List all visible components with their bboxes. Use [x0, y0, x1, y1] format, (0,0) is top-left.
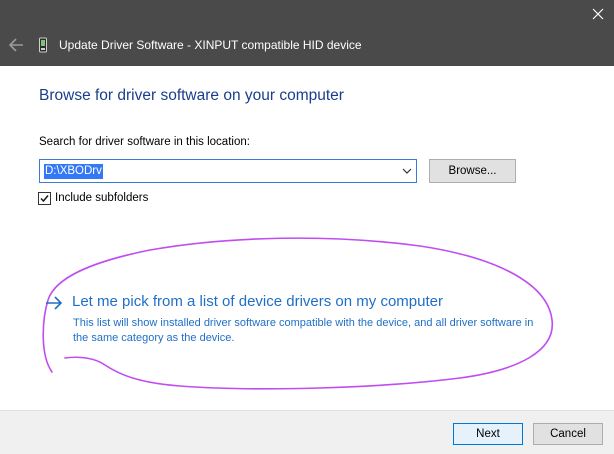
pick-from-list-link[interactable]: Let me pick from a list of device driver…: [72, 293, 443, 310]
checkmark-icon: [40, 195, 49, 203]
page-title: Browse for driver software on your compu…: [39, 87, 344, 104]
dialog-footer: Next Cancel: [0, 410, 614, 454]
window-title: Update Driver Software - XINPUT compatib…: [59, 38, 362, 52]
chevron-down-icon[interactable]: [402, 167, 412, 175]
browse-button[interactable]: Browse...: [429, 159, 516, 183]
title-bar: Update Driver Software - XINPUT compatib…: [0, 0, 614, 66]
pick-from-list-option[interactable]: Let me pick from a list of device driver…: [45, 292, 545, 344]
device-icon: [39, 37, 47, 53]
arrow-right-icon: [46, 296, 63, 310]
next-button[interactable]: Next: [453, 423, 523, 445]
pick-from-list-description: This list will show installed driver sof…: [73, 317, 534, 344]
back-arrow-icon[interactable]: [8, 36, 24, 54]
include-subfolders-checkbox[interactable]: [38, 192, 51, 205]
hand-drawn-circle-annotation: [42, 237, 553, 390]
search-location-value[interactable]: D:\XBODrv: [44, 164, 103, 179]
search-location-label: Search for driver software in this locat…: [39, 136, 250, 148]
close-icon[interactable]: [592, 8, 604, 20]
include-subfolders-label[interactable]: Include subfolders: [55, 192, 148, 204]
update-driver-window: Update Driver Software - XINPUT compatib…: [0, 0, 614, 454]
search-location-combobox[interactable]: D:\XBODrv: [39, 159, 417, 183]
cancel-button[interactable]: Cancel: [533, 423, 603, 445]
